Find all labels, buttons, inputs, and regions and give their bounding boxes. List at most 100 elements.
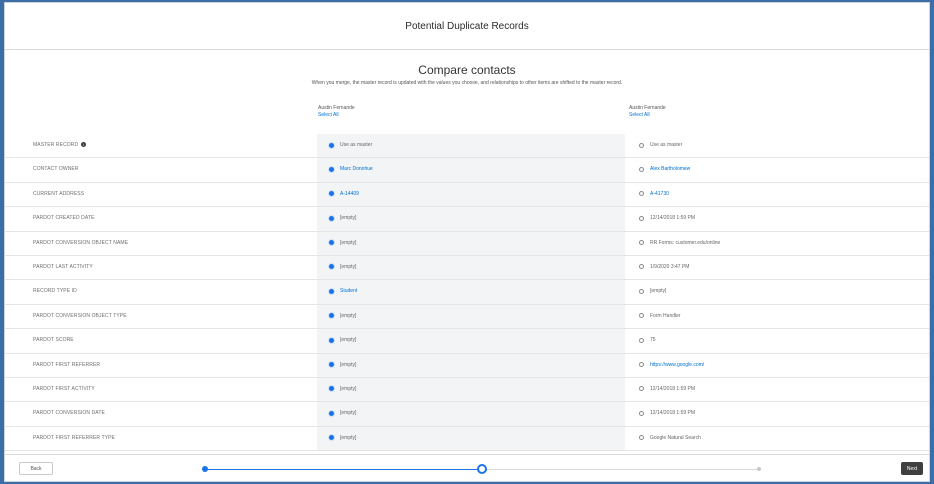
record-2-radio[interactable] bbox=[639, 362, 644, 368]
record-1-radio[interactable] bbox=[329, 240, 334, 246]
record-1-cell[interactable]: Marc Donohue bbox=[317, 158, 625, 182]
record-1-cell[interactable]: [empty] bbox=[317, 377, 625, 402]
info-icon[interactable]: i bbox=[81, 142, 87, 148]
field-label-text: Pardot First Referrer Type bbox=[33, 434, 115, 441]
record-1-cell[interactable]: [empty] bbox=[317, 231, 625, 255]
record-2-value: Form Handler bbox=[650, 312, 681, 319]
record-1-radio[interactable] bbox=[329, 337, 334, 343]
record-1-radio[interactable] bbox=[329, 215, 334, 221]
field-label-text: Pardot Score bbox=[33, 337, 74, 344]
record-1-cell[interactable]: A-14409 bbox=[317, 182, 625, 207]
field-label: Pardot First Referrer bbox=[33, 362, 100, 368]
next-button[interactable]: Next bbox=[901, 462, 923, 475]
record-2-cell[interactable]: A-41730 bbox=[627, 183, 927, 206]
record-1-radio[interactable] bbox=[329, 264, 334, 270]
record-1-cell[interactable]: [empty] bbox=[317, 426, 625, 451]
record-2-cell[interactable]: Google Natural Search bbox=[627, 427, 927, 450]
modal-header: Potential Duplicate Records bbox=[5, 3, 929, 50]
record-2-cell[interactable]: RR Forms: customer.edu/online bbox=[627, 232, 927, 255]
record-2-radio[interactable] bbox=[639, 288, 644, 294]
record-2-radio[interactable] bbox=[639, 215, 644, 221]
record-2-radio[interactable] bbox=[639, 166, 644, 172]
record-2-cell[interactable]: Use as master bbox=[627, 134, 927, 157]
record-2-cell[interactable]: https://www.google.com/ bbox=[627, 354, 927, 377]
record-2-cell[interactable]: 12/14/2018 1:59 PM bbox=[627, 402, 927, 425]
record-2-radio[interactable] bbox=[639, 191, 644, 197]
field-label-text: Current Address bbox=[33, 190, 85, 197]
record-2-radio[interactable] bbox=[639, 337, 644, 343]
modal-footer: Back Next bbox=[5, 454, 929, 481]
record-1-value[interactable]: A-14409 bbox=[340, 191, 359, 197]
cell-content: [empty] bbox=[329, 313, 356, 319]
record-1-radio[interactable] bbox=[329, 191, 334, 197]
cell-content: Use as master bbox=[639, 142, 682, 148]
record-1-value[interactable]: Student bbox=[340, 288, 357, 294]
record-1-cell[interactable]: [empty] bbox=[317, 207, 625, 231]
record-1-cell[interactable]: Student bbox=[317, 280, 625, 304]
column-header-1: Austin Fernande Select All bbox=[318, 105, 355, 119]
record-1-value: [empty] bbox=[340, 215, 357, 222]
record-2-radio[interactable] bbox=[639, 142, 644, 148]
comparison-row: Pardot Score [empty] 75 bbox=[5, 329, 929, 354]
cell-content: [empty] bbox=[329, 410, 356, 416]
comparison-row: Pardot Conversion Date [empty] 12/14/2018 … bbox=[5, 402, 929, 427]
cell-content: https://www.google.com/ bbox=[639, 362, 704, 368]
record-1-radio[interactable] bbox=[329, 386, 334, 392]
comparison-row: Pardot Created Date [empty] 12/14/2018 1:5… bbox=[5, 207, 929, 232]
record-1-radio[interactable] bbox=[329, 435, 334, 441]
record-2-cell[interactable]: Form Handler bbox=[627, 305, 927, 328]
record-2-value: [empty] bbox=[650, 288, 667, 295]
record-2-cell[interactable]: 75 bbox=[627, 329, 927, 352]
cell-content: [empty] bbox=[329, 386, 356, 392]
field-label: Pardot Conversion Date bbox=[33, 410, 105, 416]
column-1-name: Austin Fernande bbox=[318, 105, 355, 111]
record-1-radio[interactable] bbox=[329, 313, 334, 319]
progress-step-1[interactable] bbox=[202, 466, 208, 472]
record-2-radio[interactable] bbox=[639, 435, 644, 441]
record-1-value: Use as master bbox=[340, 142, 373, 148]
field-label: Master Record i bbox=[33, 142, 87, 148]
progress-step-2[interactable] bbox=[477, 464, 487, 474]
record-1-cell[interactable]: [empty] bbox=[317, 329, 625, 353]
record-2-value[interactable]: https://www.google.com/ bbox=[650, 362, 704, 368]
column-2-select-all[interactable]: Select All bbox=[629, 112, 666, 119]
record-1-radio[interactable] bbox=[329, 362, 334, 368]
cell-content: A-41730 bbox=[639, 191, 669, 197]
comparison-row: Record Type ID Student [empty] bbox=[5, 280, 929, 305]
record-2-radio[interactable] bbox=[639, 386, 644, 392]
record-2-value[interactable]: Alex Bartholomew bbox=[650, 166, 690, 172]
record-1-cell[interactable]: Use as master bbox=[317, 134, 625, 158]
cell-content: [empty] bbox=[329, 215, 356, 221]
record-1-value: [empty] bbox=[340, 385, 357, 392]
field-label: Contact Owner bbox=[33, 166, 79, 172]
field-label-text: Record Type ID bbox=[33, 288, 77, 295]
record-1-cell[interactable]: [empty] bbox=[317, 304, 625, 329]
record-1-radio[interactable] bbox=[329, 166, 334, 172]
field-label: Pardot First Referrer Type bbox=[33, 435, 115, 441]
record-2-radio[interactable] bbox=[639, 410, 644, 416]
record-1-radio[interactable] bbox=[329, 142, 334, 148]
record-2-radio[interactable] bbox=[639, 313, 644, 319]
column-1-select-all[interactable]: Select All bbox=[318, 112, 355, 119]
compare-title: Compare contacts bbox=[418, 63, 516, 77]
cell-content: 12/14/2018 1:59 PM bbox=[639, 410, 695, 416]
record-2-cell[interactable]: 12/14/2018 1:59 PM bbox=[627, 207, 927, 230]
record-1-radio[interactable] bbox=[329, 288, 334, 294]
field-label: Record Type ID bbox=[33, 288, 77, 294]
record-2-radio[interactable] bbox=[639, 264, 644, 270]
record-2-cell[interactable]: [empty] bbox=[627, 280, 927, 303]
back-button[interactable]: Back bbox=[19, 462, 53, 475]
cell-content: 75 bbox=[639, 337, 656, 343]
record-1-radio[interactable] bbox=[329, 410, 334, 416]
field-label: Current Address bbox=[33, 191, 84, 197]
record-2-cell[interactable]: 1/9/2020 3:47 PM bbox=[627, 256, 927, 279]
record-1-cell[interactable]: [empty] bbox=[317, 353, 625, 377]
record-2-cell[interactable]: Alex Bartholomew bbox=[627, 158, 927, 181]
record-2-value[interactable]: A-41730 bbox=[650, 191, 669, 197]
record-1-value[interactable]: Marc Donohue bbox=[340, 166, 373, 172]
record-2-radio[interactable] bbox=[639, 240, 644, 246]
record-2-cell[interactable]: 12/14/2018 1:59 PM bbox=[627, 378, 927, 401]
record-1-cell[interactable]: [empty] bbox=[317, 255, 625, 280]
record-1-cell[interactable]: [empty] bbox=[317, 402, 625, 426]
progress-step-3[interactable] bbox=[757, 467, 761, 471]
